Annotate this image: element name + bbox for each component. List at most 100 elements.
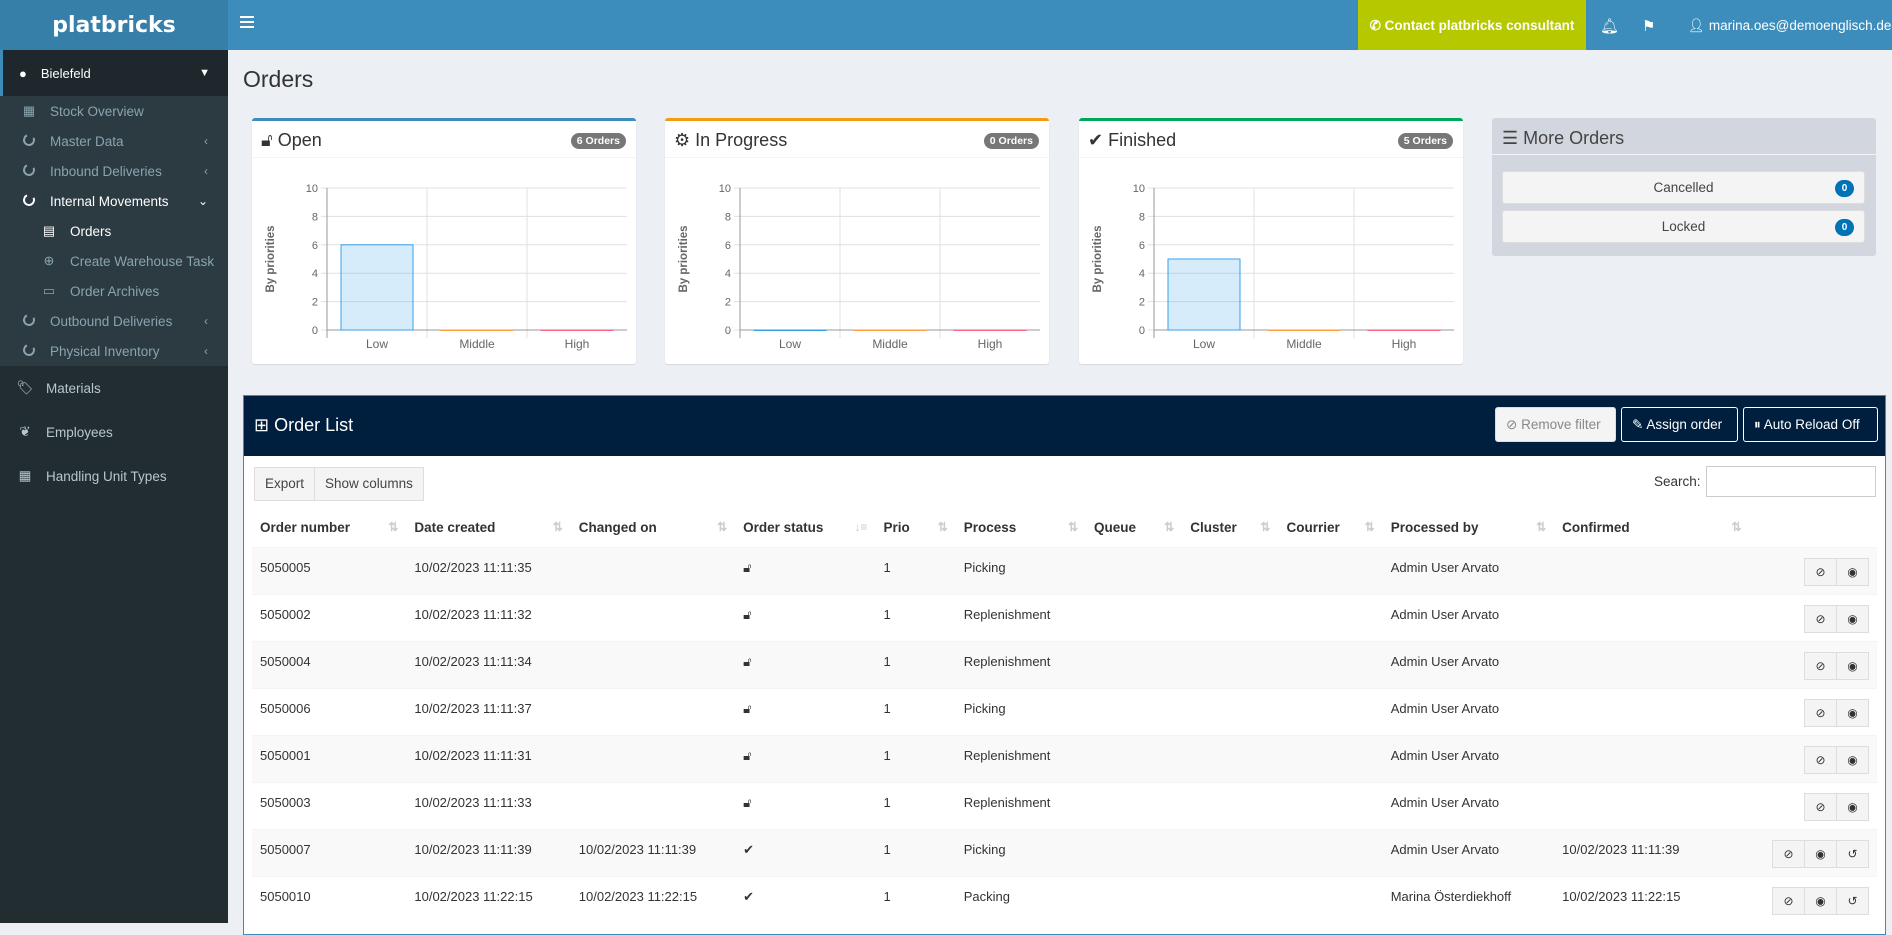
column-header[interactable]: Prio ⇅ bbox=[876, 508, 956, 547]
column-header[interactable]: Courrier ⇅ bbox=[1278, 508, 1382, 547]
logo[interactable]: platbricks bbox=[0, 0, 228, 50]
menu-icon[interactable] bbox=[240, 16, 254, 30]
auto-reload-button[interactable]: ⏸ Auto Reload Off bbox=[1743, 407, 1878, 442]
x-tick-label: Low bbox=[366, 337, 388, 351]
cancel-order-icon[interactable]: ⊘ bbox=[1772, 886, 1805, 915]
sidebar-item-master-data[interactable]: Master Data ‹ bbox=[0, 126, 228, 156]
cluster-cell bbox=[1182, 546, 1279, 594]
unlock-icon: 🔓︎ bbox=[743, 559, 752, 575]
user-menu[interactable]: 👤︎ marina.oes@demoenglisch.de bbox=[1688, 0, 1891, 50]
process-cell: Replenishment bbox=[955, 734, 1086, 782]
column-header[interactable]: Changed on ⇅ bbox=[571, 508, 735, 547]
history-icon[interactable]: ↺ bbox=[1836, 839, 1869, 868]
order-count-badge: 0 Orders bbox=[983, 133, 1039, 149]
bell-icon[interactable]: 🔔︎ bbox=[1600, 17, 1619, 35]
view-eye-icon[interactable]: ◉ bbox=[1836, 604, 1869, 633]
queue-cell bbox=[1086, 875, 1183, 923]
sidebar-item-inbound-deliveries[interactable]: Inbound Deliveries ‹ bbox=[0, 156, 228, 186]
cancelled-orders-button[interactable]: Cancelled 0 bbox=[1502, 171, 1865, 204]
sidebar-item-handling-unit-types[interactable]: ▦ Handling Unit Types bbox=[0, 454, 228, 498]
row-actions: ⊘ ◉ bbox=[1749, 734, 1877, 782]
sidebar-item-materials[interactable]: 🏷︎ Materials bbox=[0, 366, 228, 410]
created-cell: 10/02/2023 11:11:33 bbox=[406, 781, 571, 829]
assign-order-button[interactable]: ✎ Assign order bbox=[1621, 407, 1738, 442]
process-cell: Replenishment bbox=[955, 640, 1086, 688]
table-row[interactable]: 5050004 10/02/2023 11:11:34 🔓︎ 1 Replenishme… bbox=[252, 640, 1877, 688]
show-columns-button[interactable]: Show columns bbox=[314, 467, 424, 501]
column-header[interactable]: Confirmed ⇅ bbox=[1554, 508, 1749, 547]
bar bbox=[753, 329, 827, 331]
history-icon[interactable]: ↺ bbox=[1836, 886, 1869, 915]
confirmed-cell bbox=[1554, 734, 1750, 782]
view-eye-icon[interactable]: ◉ bbox=[1804, 886, 1837, 915]
cluster-cell bbox=[1182, 687, 1279, 735]
actions-header bbox=[1750, 508, 1877, 547]
cancel-order-icon[interactable]: ⊘ bbox=[1804, 745, 1837, 774]
confirmed-cell bbox=[1554, 781, 1750, 829]
column-header[interactable]: Date created ⇅ bbox=[406, 508, 570, 547]
view-eye-icon[interactable]: ◉ bbox=[1804, 839, 1837, 868]
cancel-order-icon[interactable]: ⊘ bbox=[1772, 839, 1805, 868]
cancel-order-icon[interactable]: ⊘ bbox=[1804, 792, 1837, 821]
created-cell: 10/02/2023 11:11:32 bbox=[406, 593, 571, 641]
table-row[interactable]: 5050010 10/02/2023 11:22:15 10/02/2023 11:… bbox=[252, 875, 1877, 923]
sidebar-item-stock-overview[interactable]: ▦ Stock Overview bbox=[0, 96, 228, 126]
y-tick-label: 10 bbox=[306, 183, 318, 195]
location-selector[interactable]: ● Bielefeld ▼ bbox=[0, 50, 228, 96]
y-tick-label: 6 bbox=[312, 240, 318, 252]
view-eye-icon[interactable]: ◉ bbox=[1836, 745, 1869, 774]
table-row[interactable]: 5050006 10/02/2023 11:11:37 🔓︎ 1 Picking Admi… bbox=[252, 687, 1877, 735]
sort-icon: ⇅ bbox=[1536, 520, 1547, 534]
column-header[interactable]: Cluster ⇅ bbox=[1182, 508, 1278, 547]
search-input[interactable] bbox=[1706, 466, 1876, 497]
remove-filter-button[interactable]: ⊘ Remove filter bbox=[1495, 407, 1616, 442]
orders-table: Order number ⇅ Date created ⇅ Changed on ⇅ Ord… bbox=[252, 508, 1877, 923]
bar bbox=[540, 329, 614, 331]
open-orders-card: 🔓︎ Open 6 Orders 0 2 4 6 8 10 Low Middle High By p… bbox=[252, 118, 636, 364]
cancel-order-icon[interactable]: ⊘ bbox=[1804, 604, 1837, 633]
view-eye-icon[interactable]: ◉ bbox=[1836, 792, 1869, 821]
table-row[interactable]: 5050002 10/02/2023 11:11:32 🔓︎ 1 Replenishme… bbox=[252, 593, 1877, 641]
column-header[interactable]: Order status ↓≡ bbox=[735, 508, 875, 547]
column-header[interactable]: Queue ⇅ bbox=[1086, 508, 1182, 547]
sidebar-item-physical-inventory[interactable]: Physical Inventory ‹ bbox=[0, 336, 228, 366]
sidebar-item-outbound-deliveries[interactable]: Outbound Deliveries ‹ bbox=[0, 306, 228, 336]
unlock-icon: 🔓︎ bbox=[743, 747, 752, 763]
x-tick-label: High bbox=[978, 337, 1003, 351]
sidebar-item-internal-movements[interactable]: Internal Movements ⌄ bbox=[0, 186, 228, 216]
column-label: Courrier bbox=[1286, 519, 1340, 535]
table-row[interactable]: 5050003 10/02/2023 11:11:33 🔓︎ 1 Replenishme… bbox=[252, 781, 1877, 829]
by-cell: Admin User Arvato bbox=[1382, 828, 1555, 876]
x-tick-label: Middle bbox=[459, 337, 495, 351]
circle-notch-icon bbox=[20, 311, 38, 329]
sidebar-item-order-archives[interactable]: ▭ Order Archives bbox=[0, 276, 228, 306]
cancel-order-icon[interactable]: ⊘ bbox=[1804, 698, 1837, 727]
view-eye-icon[interactable]: ◉ bbox=[1836, 557, 1869, 586]
sidebar-item-employees[interactable]: ❦ Employees bbox=[0, 410, 228, 454]
column-header[interactable]: Order number ⇅ bbox=[252, 508, 406, 547]
y-axis-label: By priorities bbox=[265, 225, 277, 292]
sidebar-item-create-warehouse-task[interactable]: ⊕ Create Warehouse Task bbox=[0, 246, 228, 276]
process-cell: Picking bbox=[955, 687, 1086, 735]
contact-consultant-button[interactable]: ✆ Contact platbricks consultant bbox=[1358, 0, 1586, 50]
cluster-cell bbox=[1182, 875, 1279, 923]
view-eye-icon[interactable]: ◉ bbox=[1836, 651, 1869, 680]
cancel-order-icon[interactable]: ⊘ bbox=[1804, 651, 1837, 680]
export-button[interactable]: Export bbox=[254, 467, 316, 501]
table-row[interactable]: 5050007 10/02/2023 11:11:39 10/02/2023 11:… bbox=[252, 828, 1877, 876]
column-header[interactable]: Processed by ⇅ bbox=[1383, 508, 1554, 547]
cancel-order-icon[interactable]: ⊘ bbox=[1804, 557, 1837, 586]
y-tick-label: 2 bbox=[312, 297, 318, 309]
table-row[interactable]: 5050005 10/02/2023 11:11:35 🔓︎ 1 Picking Admi… bbox=[252, 546, 1877, 594]
y-tick-label: 0 bbox=[1139, 325, 1145, 337]
flag-icon[interactable]: ⚑ bbox=[1642, 17, 1655, 35]
order-status-cell: 🔓︎ bbox=[735, 734, 876, 782]
y-tick-label: 0 bbox=[725, 325, 731, 337]
open-priority-chart: 0 2 4 6 8 10 Low Middle High By priorities bbox=[265, 183, 627, 351]
table-row[interactable]: 5050001 10/02/2023 11:11:31 🔓︎ 1 Replenishme… bbox=[252, 734, 1877, 782]
column-header[interactable]: Process ⇅ bbox=[956, 508, 1086, 547]
locked-orders-button[interactable]: Locked 0 bbox=[1502, 210, 1865, 243]
view-eye-icon[interactable]: ◉ bbox=[1836, 698, 1869, 727]
order-status-cell: 🔓︎ bbox=[735, 546, 876, 594]
sidebar-item-orders[interactable]: ▤ Orders bbox=[0, 216, 228, 246]
